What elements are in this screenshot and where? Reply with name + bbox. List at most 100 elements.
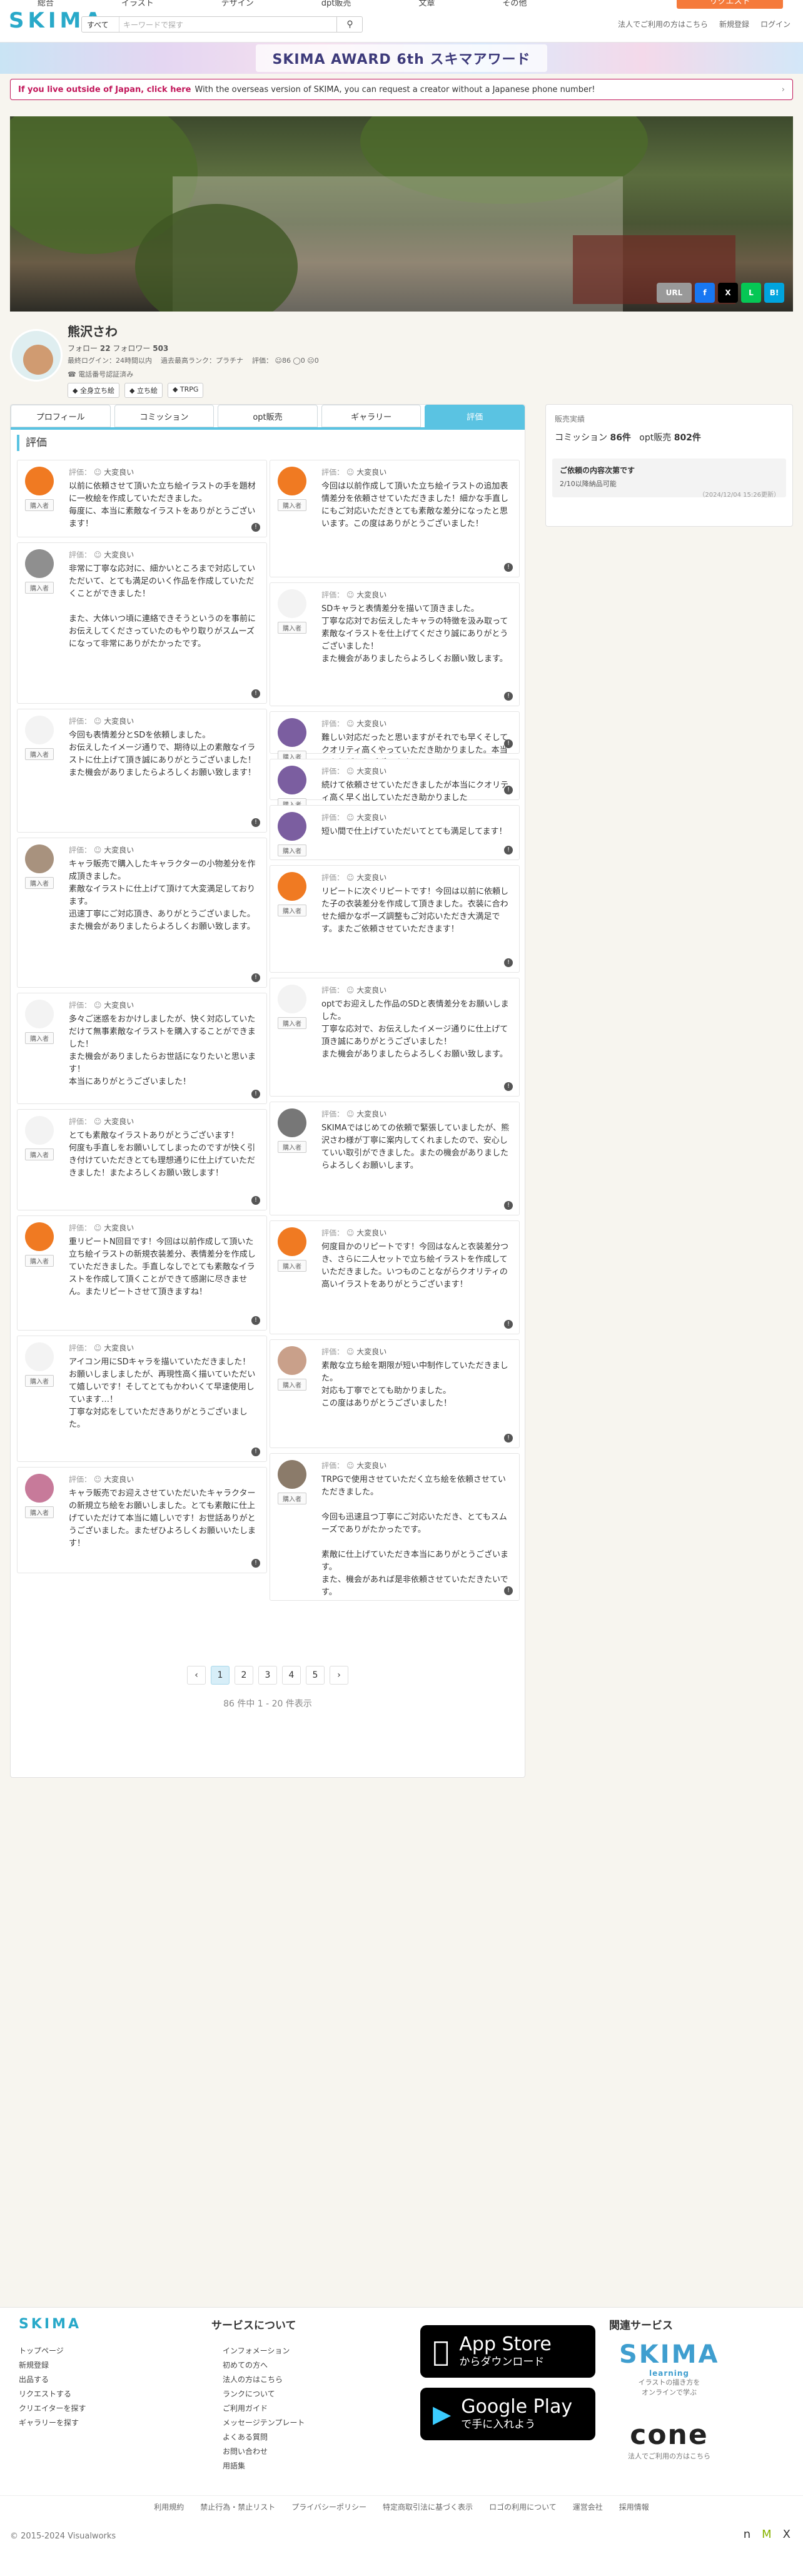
search-category-select[interactable]: すべて bbox=[82, 17, 119, 32]
reviewer-avatar[interactable] bbox=[278, 766, 306, 794]
footer-link[interactable]: 特定商取引法に基づく表示 bbox=[383, 2502, 473, 2512]
tab-reviews[interactable]: 評価 bbox=[425, 405, 525, 427]
reviewer-avatar[interactable] bbox=[278, 589, 306, 618]
search-input[interactable]: キーワードで探す bbox=[119, 19, 362, 30]
footer-link[interactable]: トップページ bbox=[19, 2344, 86, 2358]
x-share-button[interactable]: X bbox=[718, 283, 738, 303]
footer-link[interactable]: 運営会社 bbox=[573, 2502, 603, 2512]
footer-link[interactable]: ご利用ガイド bbox=[223, 2401, 305, 2416]
reviewer-avatar[interactable] bbox=[25, 1222, 54, 1251]
reviewer-avatar[interactable] bbox=[25, 716, 54, 744]
tab-opt[interactable]: opt販売 bbox=[218, 405, 318, 427]
report-icon[interactable]: ! bbox=[251, 973, 260, 982]
report-icon[interactable]: ! bbox=[504, 958, 513, 967]
line-share-button[interactable]: L bbox=[741, 283, 761, 303]
reviewer-avatar[interactable] bbox=[278, 718, 306, 747]
reviewer-avatar[interactable] bbox=[278, 812, 306, 841]
nav-item[interactable]: dpt販売 bbox=[321, 0, 351, 8]
hatena-share-button[interactable]: B! bbox=[764, 283, 784, 303]
report-icon[interactable]: ! bbox=[251, 1316, 260, 1325]
notice-link[interactable]: If you live outside of Japan, click here bbox=[18, 85, 191, 94]
overseas-notice[interactable]: If you live outside of Japan, click here… bbox=[10, 79, 793, 100]
reviewer-avatar[interactable] bbox=[278, 985, 306, 1013]
page-button[interactable]: 3 bbox=[258, 1666, 277, 1685]
note-icon[interactable]: n bbox=[744, 2528, 750, 2541]
page-button[interactable]: 2 bbox=[235, 1666, 253, 1685]
next-page-button[interactable]: › bbox=[330, 1666, 348, 1685]
report-icon[interactable]: ! bbox=[251, 1559, 260, 1568]
nav-item[interactable]: 文章 bbox=[418, 0, 435, 8]
reviewer-avatar[interactable] bbox=[25, 549, 54, 578]
x-icon[interactable]: X bbox=[783, 2528, 790, 2541]
footer-link[interactable]: ランクについて bbox=[223, 2387, 305, 2401]
search-button[interactable]: ⚲ bbox=[336, 16, 363, 33]
footer-link[interactable]: 初めての方へ bbox=[223, 2358, 305, 2373]
footer-link[interactable]: 用語集 bbox=[223, 2459, 305, 2473]
report-icon[interactable]: ! bbox=[504, 563, 513, 572]
footer-logo[interactable]: SKIMA bbox=[19, 2316, 81, 2332]
cone-link[interactable]: cone 法人でご利用の方はこちら bbox=[619, 2419, 719, 2461]
footer-link[interactable]: プライバシーポリシー bbox=[291, 2502, 366, 2512]
nav-item[interactable]: デザイン bbox=[221, 0, 254, 8]
footer-link[interactable]: リクエストする bbox=[19, 2387, 86, 2401]
copy-url-button[interactable]: URL bbox=[657, 283, 692, 303]
report-icon[interactable]: ! bbox=[504, 1201, 513, 1210]
report-icon[interactable]: ! bbox=[251, 523, 260, 532]
nav-item[interactable]: イラスト bbox=[121, 0, 154, 8]
footer-link[interactable]: お問い合わせ bbox=[223, 2445, 305, 2459]
register-link[interactable]: 新規登録 bbox=[719, 19, 749, 29]
facebook-share-button[interactable]: f bbox=[695, 283, 715, 303]
prev-page-button[interactable]: ‹ bbox=[187, 1666, 206, 1685]
reviewer-avatar[interactable] bbox=[278, 1108, 306, 1137]
reviewer-avatar[interactable] bbox=[278, 467, 306, 495]
google-play-button[interactable]: ▶ Google Play で手に入れよう bbox=[420, 2388, 595, 2440]
footer-link[interactable]: 法人の方はこちら bbox=[223, 2373, 305, 2387]
page-button[interactable]: 1 bbox=[211, 1666, 230, 1685]
report-icon[interactable]: ! bbox=[504, 846, 513, 854]
report-icon[interactable]: ! bbox=[504, 739, 513, 748]
reviewer-avatar[interactable] bbox=[278, 1227, 306, 1256]
nav-item[interactable]: 総合 bbox=[38, 0, 54, 8]
misskey-icon[interactable]: M bbox=[762, 2528, 772, 2541]
report-icon[interactable]: ! bbox=[504, 1434, 513, 1443]
report-icon[interactable]: ! bbox=[251, 1448, 260, 1456]
report-icon[interactable]: ! bbox=[251, 689, 260, 698]
reviewer-avatar[interactable] bbox=[278, 1346, 306, 1375]
tab-commission[interactable]: コミッション bbox=[114, 405, 215, 427]
reviewer-avatar[interactable] bbox=[278, 872, 306, 901]
reviewer-avatar[interactable] bbox=[25, 467, 54, 495]
report-icon[interactable]: ! bbox=[251, 1196, 260, 1205]
tab-gallery[interactable]: ギャラリー bbox=[321, 405, 422, 427]
page-button[interactable]: 5 bbox=[306, 1666, 325, 1685]
tag[interactable]: ◆ 立ち絵 bbox=[124, 383, 163, 398]
footer-link[interactable]: 禁止行為・禁止リスト bbox=[200, 2502, 275, 2512]
reviewer-avatar[interactable] bbox=[25, 1000, 54, 1028]
login-link[interactable]: ログイン bbox=[760, 19, 790, 29]
page-button[interactable]: 4 bbox=[282, 1666, 301, 1685]
footer-link[interactable]: 利用規約 bbox=[154, 2502, 184, 2512]
reviewer-avatar[interactable] bbox=[25, 1116, 54, 1145]
footer-link[interactable]: メッセージテンプレート bbox=[223, 2416, 305, 2430]
footer-link[interactable]: よくある質問 bbox=[223, 2430, 305, 2445]
report-icon[interactable]: ! bbox=[504, 692, 513, 701]
corporate-link[interactable]: 法人でご利用の方はこちら bbox=[618, 19, 708, 29]
tag[interactable]: ◆ 全身立ち絵 bbox=[68, 383, 119, 398]
report-icon[interactable]: ! bbox=[504, 1586, 513, 1595]
report-icon[interactable]: ! bbox=[504, 786, 513, 794]
report-icon[interactable]: ! bbox=[251, 818, 260, 827]
request-button[interactable]: リクエスト bbox=[677, 0, 783, 9]
app-store-button[interactable]:  App Storeからダウンロード bbox=[420, 2325, 595, 2378]
follow-count[interactable]: 22 bbox=[100, 344, 111, 353]
award-banner[interactable]: SKIMA AWARD 6th スキマアワード bbox=[0, 43, 803, 74]
reviewer-avatar[interactable] bbox=[25, 1342, 54, 1371]
reviewer-avatar[interactable] bbox=[278, 1460, 306, 1489]
tag[interactable]: ◆ TRPG bbox=[167, 383, 204, 398]
footer-link[interactable]: 採用情報 bbox=[619, 2502, 649, 2512]
reviewer-avatar[interactable] bbox=[25, 1474, 54, 1503]
footer-link[interactable]: ギャラリーを探す bbox=[19, 2416, 86, 2430]
footer-link[interactable]: ロゴの利用について bbox=[489, 2502, 557, 2512]
nav-item[interactable]: その他 bbox=[502, 0, 527, 8]
reviewer-avatar[interactable] bbox=[25, 844, 54, 873]
skima-learning-link[interactable]: SKIMA learning イラストの描き方を オンラインで学ぶ bbox=[619, 2340, 719, 2398]
follower-count[interactable]: 503 bbox=[153, 344, 168, 353]
